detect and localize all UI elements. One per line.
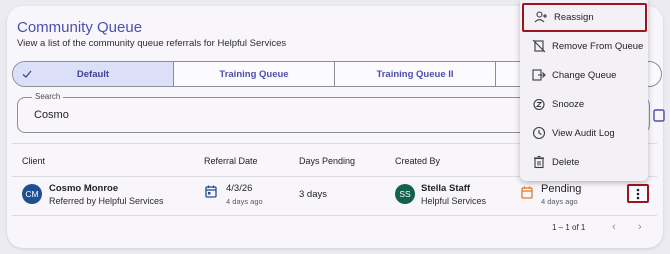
menu-item-label: Reassign <box>554 12 594 23</box>
calendar-icon <box>205 185 217 198</box>
client-referred-by: Referred by Helpful Services <box>49 196 164 206</box>
column-referral-date[interactable]: Referral Date <box>204 156 258 166</box>
remove-queue-icon <box>532 39 546 53</box>
search-input[interactable]: Cosmo <box>34 109 69 121</box>
avatar: CM <box>22 184 42 204</box>
menu-item-label: Change Queue <box>552 70 617 81</box>
prev-page-icon[interactable]: ‹ <box>612 221 616 233</box>
referral-ago: 4 days ago <box>226 197 263 206</box>
page-subtitle: View a list of the community queue refer… <box>17 38 287 49</box>
column-client[interactable]: Client <box>22 156 45 166</box>
column-days-pending[interactable]: Days Pending <box>299 156 355 166</box>
menu-item-label: Remove From Queue <box>552 41 644 52</box>
page-title: Community Queue <box>17 19 143 36</box>
client-name[interactable]: Cosmo Monroe <box>49 183 118 194</box>
divider <box>12 215 657 216</box>
more-vert-icon <box>636 188 640 199</box>
tab-label: Default <box>76 68 110 80</box>
creator-name: Stella Staff <box>421 183 471 194</box>
delete-icon <box>534 155 544 169</box>
days-pending: 3 days <box>299 189 327 200</box>
calendar-filter-icon[interactable] <box>653 108 665 122</box>
row-actions-menu: Reassign Remove From Queue Change Queue … <box>520 0 648 181</box>
tab-training-queue-ii[interactable]: Training Queue II <box>335 62 496 86</box>
menu-item-remove-from-queue[interactable]: Remove From Queue <box>520 32 648 61</box>
column-created-by[interactable]: Created By <box>395 156 440 166</box>
menu-item-change-queue[interactable]: Change Queue <box>520 61 648 90</box>
avatar: SS <box>395 184 415 204</box>
tab-default[interactable]: Default <box>13 62 174 86</box>
search-label: Search <box>32 92 64 101</box>
snooze-icon <box>533 98 545 111</box>
person-add-icon <box>534 11 547 23</box>
check-icon <box>22 70 32 78</box>
menu-item-label: Snooze <box>552 99 585 110</box>
menu-item-reassign[interactable]: Reassign <box>522 3 647 32</box>
menu-item-label: Delete <box>552 157 580 168</box>
tab-label: Training Queue <box>219 68 289 80</box>
pending-calendar-icon <box>521 186 533 199</box>
menu-item-delete[interactable]: Delete <box>520 148 648 177</box>
tab-training-queue[interactable]: Training Queue <box>174 62 335 86</box>
menu-item-snooze[interactable]: Snooze <box>520 90 648 119</box>
next-page-icon[interactable]: › <box>638 221 642 233</box>
tab-label: Training Queue II <box>376 68 454 80</box>
pagination-range: 1 – 1 of 1 <box>552 223 586 232</box>
status-badge: Pending <box>541 183 582 195</box>
more-options-button[interactable] <box>627 184 649 203</box>
menu-item-label: View Audit Log <box>552 128 615 139</box>
audit-log-icon <box>532 126 546 140</box>
referral-date: 4/3/26 <box>226 183 253 194</box>
menu-item-view-audit-log[interactable]: View Audit Log <box>520 119 648 148</box>
status-ago: 4 days ago <box>541 197 578 206</box>
change-queue-icon <box>532 69 546 81</box>
creator-org: Helpful Services <box>421 196 487 206</box>
